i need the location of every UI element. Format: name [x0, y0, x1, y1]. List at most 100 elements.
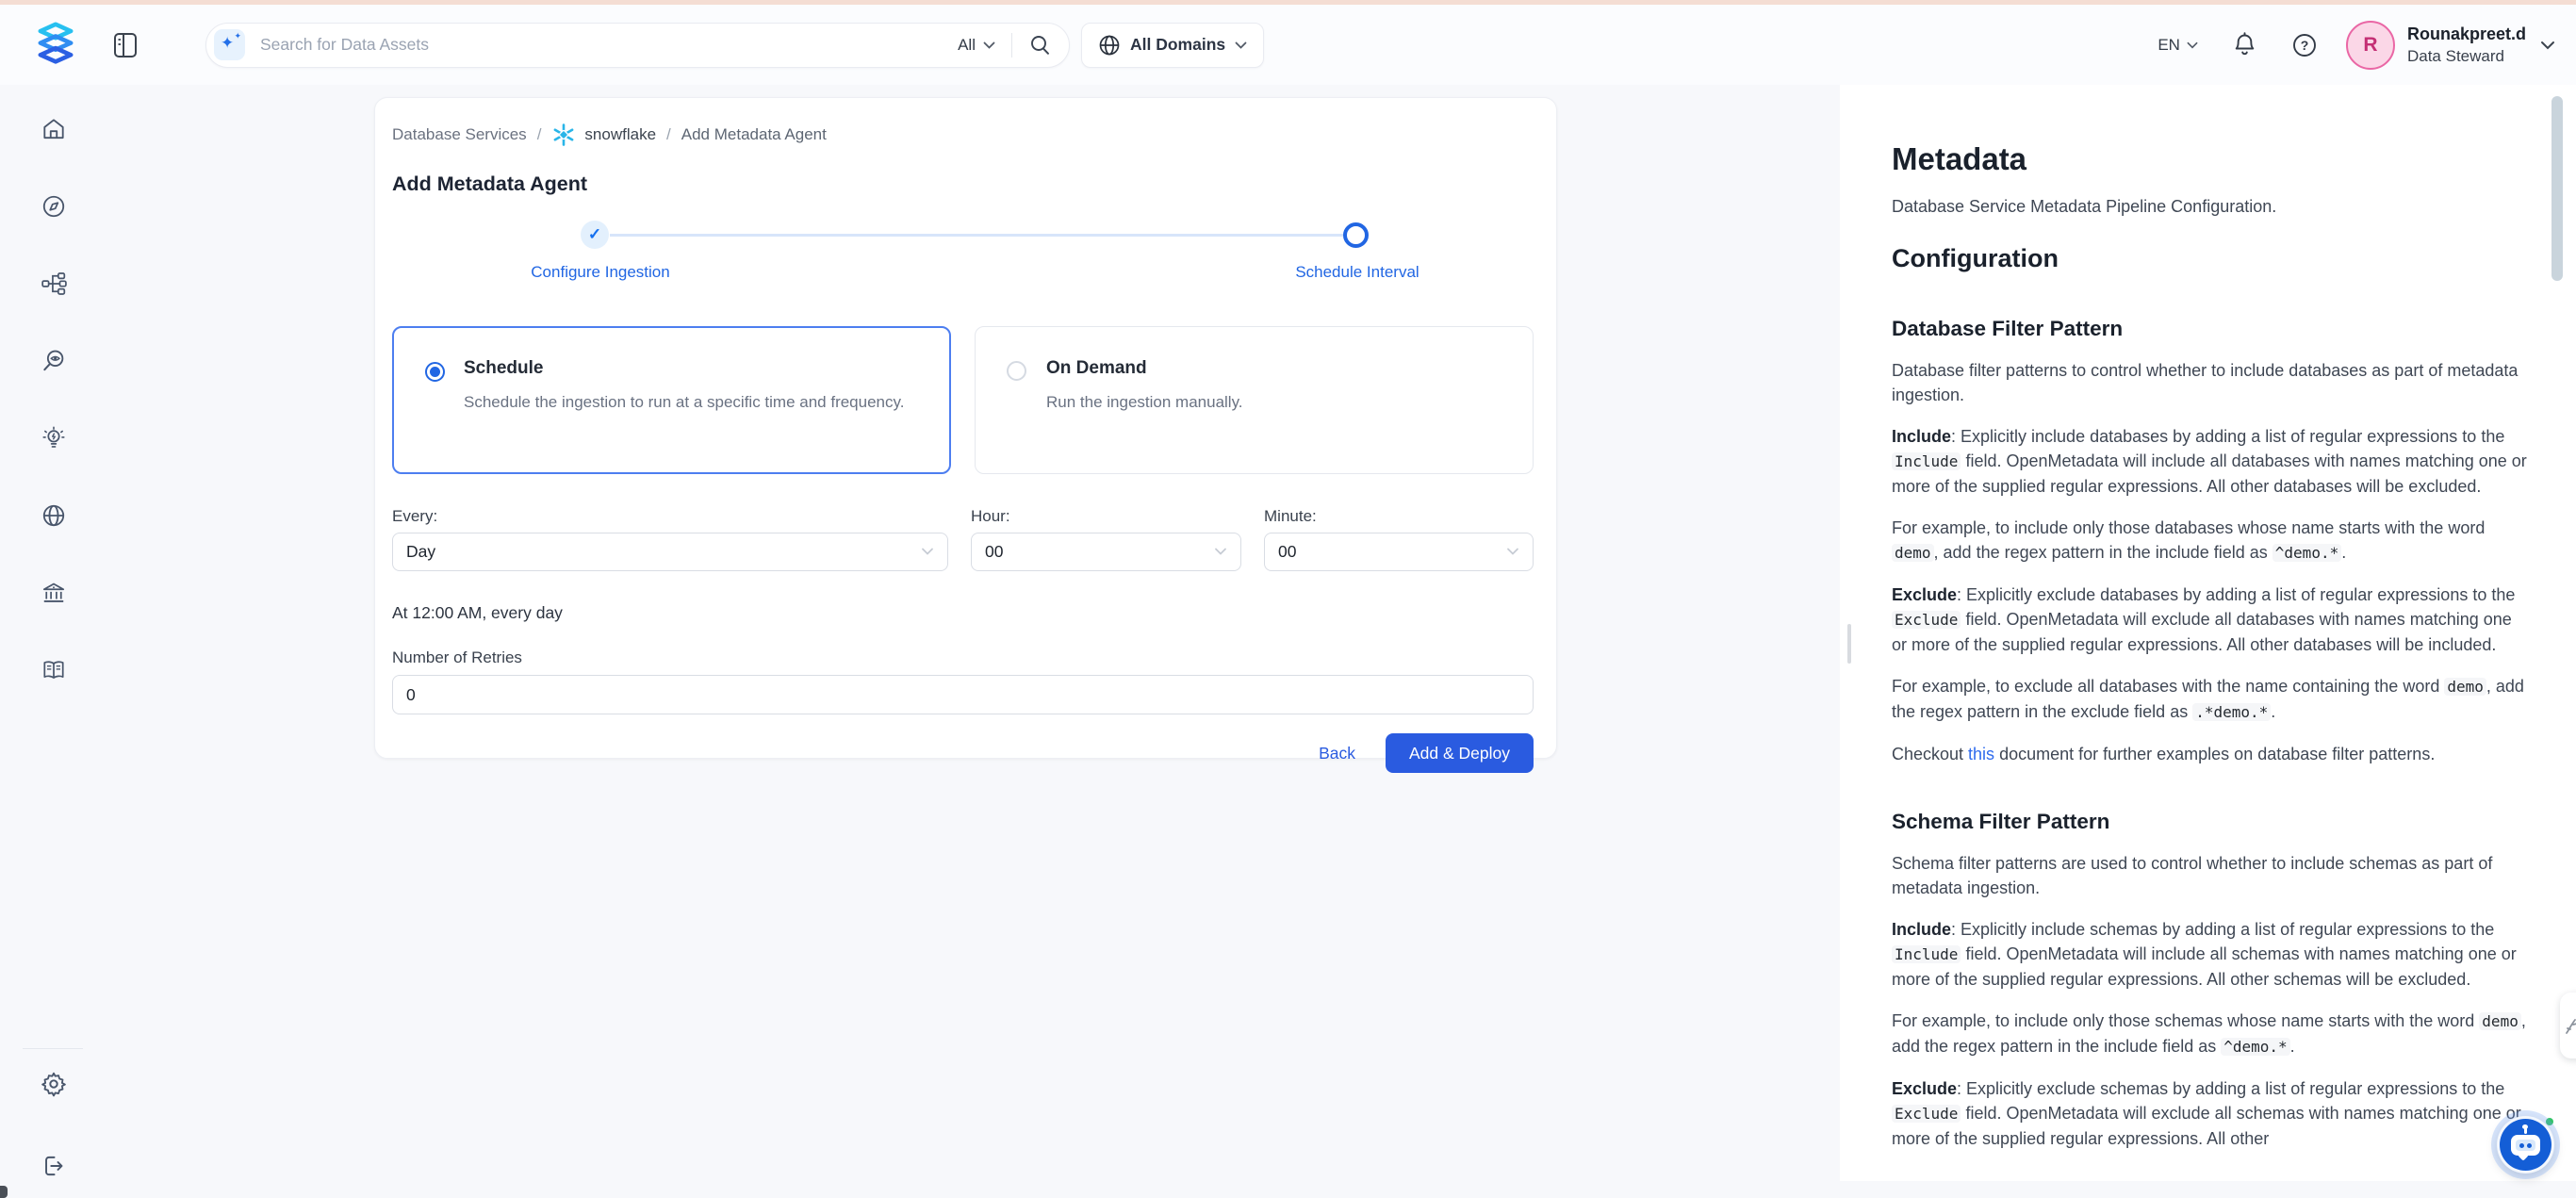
robot-icon: [2511, 1135, 2540, 1156]
left-sidebar: [0, 85, 107, 1198]
app-logo[interactable]: [28, 18, 83, 73]
minute-field: Minute: 00: [1264, 507, 1534, 571]
user-menu-chevron[interactable]: [2540, 41, 2555, 50]
stepper-connector: [610, 234, 1343, 237]
bot-status-dot: [2546, 1118, 2553, 1125]
breadcrumb-snowflake[interactable]: snowflake: [551, 123, 656, 147]
every-select[interactable]: Day: [392, 533, 948, 571]
home-icon: [41, 116, 67, 142]
logout-icon: [41, 1153, 67, 1179]
schedule-summary: At 12:00 AM, every day: [392, 603, 1534, 623]
docs-section-heading: Database Filter Pattern: [1892, 317, 2531, 341]
step-current-indicator: [1343, 222, 1369, 248]
docs-paragraph: Exclude: Explicitly exclude schemas by a…: [1892, 1076, 2531, 1151]
snowflake-icon: [551, 123, 576, 147]
hour-select[interactable]: 00: [971, 533, 1241, 571]
panel-toggle-icon: [111, 29, 139, 61]
sidebar-item-home[interactable]: [41, 116, 67, 142]
search-scope-dropdown[interactable]: All: [958, 36, 995, 55]
breadcrumb: Database Services / snowflake / Add Meta…: [392, 123, 1534, 147]
docs-paragraph: Exclude: Explicitly exclude databases by…: [1892, 583, 2531, 657]
divider: [1011, 33, 1012, 57]
schedule-type-options: Schedule Schedule the ingestion to run a…: [392, 326, 1534, 474]
schedule-frequency-row: Every: Day Hour: 00 Minute: 00: [392, 507, 1534, 571]
docs-scrollbar-thumb[interactable]: [2551, 96, 2563, 281]
feedback-tab[interactable]: [2560, 993, 2576, 1059]
docs-paragraph: Checkout this document for further examp…: [1892, 742, 2531, 766]
compass-icon: [41, 193, 67, 220]
chevron-down-icon: [983, 41, 995, 49]
minute-select[interactable]: 00: [1264, 533, 1534, 571]
sidebar-item-glossary[interactable]: [41, 657, 67, 683]
chevron-down-icon: [2540, 41, 2555, 50]
add-metadata-agent-card: Database Services / snowflake / Add Meta…: [374, 97, 1557, 759]
sidebar-item-govern[interactable]: [41, 580, 67, 606]
help-icon: ?: [2291, 32, 2318, 58]
docs-link[interactable]: this: [1968, 745, 1994, 763]
sidebar-toggle-button[interactable]: [111, 29, 139, 61]
docs-panel-resize-handle[interactable]: [1847, 624, 1851, 664]
search-placeholder: Search for Data Assets: [260, 35, 958, 55]
docs-paragraph: Database filter patterns to control whet…: [1892, 358, 2531, 407]
stepper: ✓ Configure Ingestion Schedule Interval: [392, 222, 1534, 304]
step-complete-indicator: ✓: [581, 221, 609, 249]
docs-title: Metadata: [1892, 141, 2531, 177]
page-title: Add Metadata Agent: [392, 172, 1534, 196]
header-right-cluster: EN ? R Rounakpreet.d Data Steward: [2158, 21, 2559, 70]
globe-icon: [1098, 34, 1121, 57]
global-search-input[interactable]: ✦ ✦ Search for Data Assets All: [205, 23, 1070, 68]
card-footer: Back Add & Deploy: [392, 733, 1534, 773]
back-button[interactable]: Back: [1319, 744, 1355, 763]
retries-input[interactable]: 0: [392, 675, 1534, 714]
docs-sections: Database Filter Pattern Database filter p…: [1892, 317, 2531, 1151]
domains-label: All Domains: [1130, 35, 1225, 55]
chat-bot-button[interactable]: [2497, 1116, 2554, 1173]
bank-icon: [41, 580, 67, 606]
sidebar-item-observability[interactable]: [41, 348, 67, 374]
on-demand-option-card[interactable]: On Demand Run the ingestion manually.: [975, 326, 1534, 474]
docs-paragraph: For example, to include only those schem…: [1892, 1009, 2531, 1059]
domains-filter-button[interactable]: All Domains: [1081, 23, 1264, 68]
avatar[interactable]: R: [2346, 21, 2395, 70]
chevron-down-icon: [1214, 548, 1227, 556]
sidebar-item-data-assets[interactable]: [41, 271, 67, 297]
feedback-icon: [2565, 1016, 2576, 1035]
sidebar-item-domains[interactable]: [41, 502, 67, 529]
flow-icon: [41, 271, 67, 297]
sidebar-item-explore[interactable]: [41, 193, 67, 220]
user-role: Data Steward: [2407, 47, 2526, 66]
schedule-radio[interactable]: [425, 362, 445, 382]
bell-icon: [2232, 31, 2257, 58]
schedule-option-card[interactable]: Schedule Schedule the ingestion to run a…: [392, 326, 951, 474]
notifications-button[interactable]: [2232, 31, 2257, 58]
openmetadata-logo-icon: [35, 21, 76, 70]
docs-paragraph: For example, to include only those datab…: [1892, 516, 2531, 566]
globe-icon: [41, 502, 67, 529]
docs-paragraph: Include: Explicitly include schemas by a…: [1892, 917, 2531, 992]
check-icon: ✓: [588, 225, 601, 244]
language-selector[interactable]: EN: [2158, 36, 2198, 55]
hour-field: Hour: 00: [971, 507, 1241, 571]
retries-label: Number of Retries: [392, 648, 1534, 667]
help-button[interactable]: ?: [2291, 32, 2318, 58]
breadcrumb-database-services[interactable]: Database Services: [392, 125, 527, 144]
add-deploy-button[interactable]: Add & Deploy: [1386, 733, 1534, 773]
ai-sparkle-icon: ✦ ✦: [214, 29, 245, 60]
step-label-configure-ingestion: Configure Ingestion: [531, 263, 669, 282]
user-menu[interactable]: Rounakpreet.d Data Steward: [2407, 25, 2526, 66]
docs-paragraph: For example, to exclude all databases wi…: [1892, 674, 2531, 725]
docs-panel: Metadata Database Service Metadata Pipel…: [1840, 85, 2576, 1181]
chevron-down-icon: [1235, 41, 1247, 49]
sidebar-item-insights[interactable]: [41, 425, 67, 451]
lightbulb-icon: [41, 425, 67, 451]
docs-configuration-heading: Configuration: [1892, 244, 2531, 273]
chevron-down-icon: [1506, 548, 1519, 556]
chevron-down-icon: [921, 548, 934, 556]
search-icon[interactable]: [1028, 33, 1052, 57]
sidebar-item-logout[interactable]: [0, 1153, 107, 1179]
svg-text:?: ?: [2301, 38, 2309, 53]
docs-paragraph: Include: Explicitly include databases by…: [1892, 424, 2531, 499]
sidebar-item-settings[interactable]: [0, 1070, 107, 1098]
on-demand-radio[interactable]: [1007, 361, 1026, 381]
book-icon: [41, 657, 67, 683]
